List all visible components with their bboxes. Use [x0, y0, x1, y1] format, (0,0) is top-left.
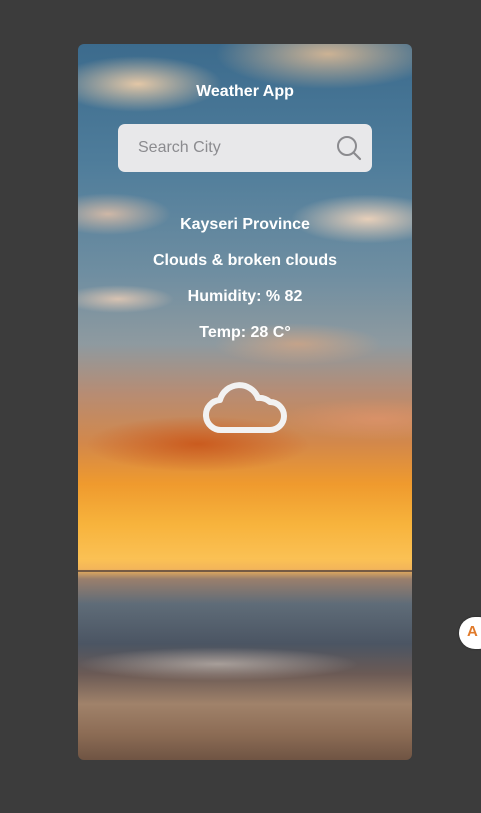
temperature-text: Temp: 28 C°	[199, 324, 291, 341]
translate-widget-button[interactable]: A	[459, 617, 481, 649]
weather-card: Weather App Kayseri Province Clouds & br…	[78, 44, 412, 760]
search-icon[interactable]	[336, 135, 362, 161]
humidity-text: Humidity: % 82	[187, 288, 303, 305]
city-name: Kayseri Province	[180, 216, 310, 233]
horizon-line	[78, 570, 412, 572]
search-input[interactable]	[118, 124, 328, 172]
app-title: Weather App	[196, 83, 294, 100]
translate-icon: A	[467, 623, 478, 640]
search-bar	[118, 124, 372, 172]
weather-description: Clouds & broken clouds	[152, 252, 337, 269]
wave-foam	[78, 634, 412, 694]
cloud-icon	[202, 382, 287, 434]
